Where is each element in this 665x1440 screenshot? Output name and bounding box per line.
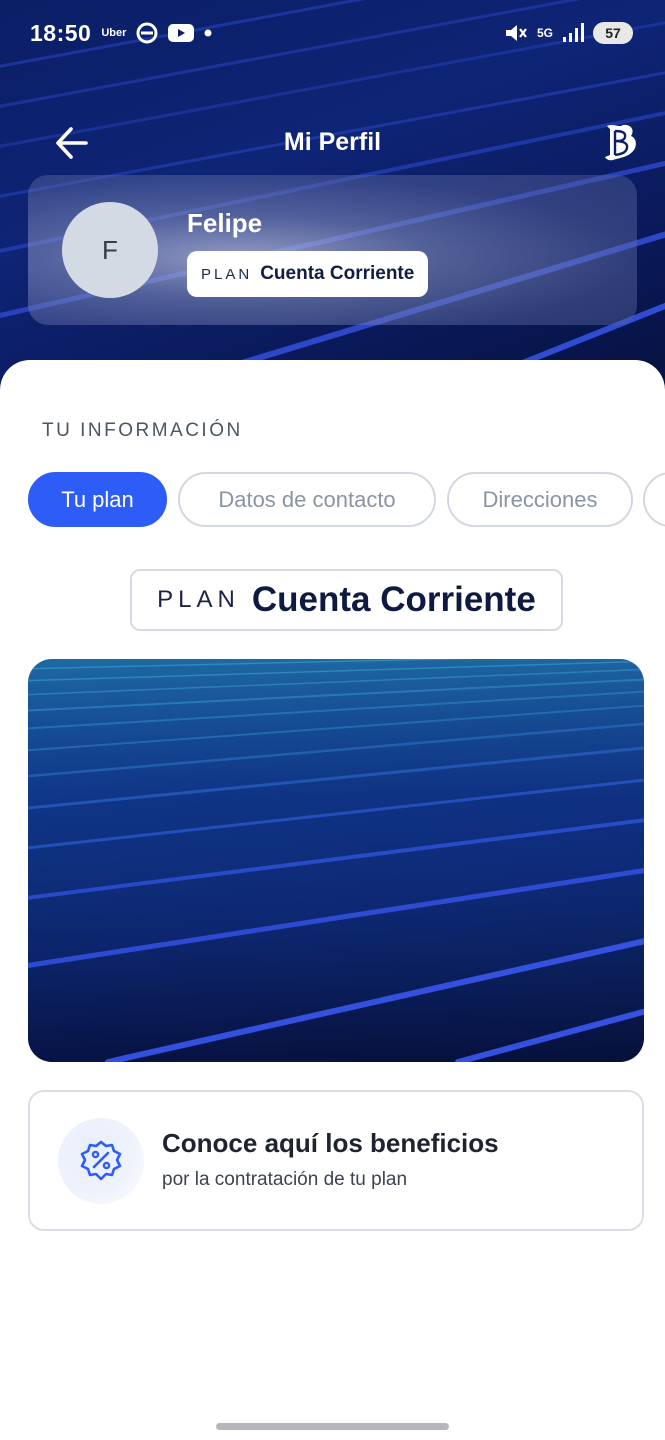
app-notification-icon bbox=[136, 22, 158, 44]
status-right: 5G 57 bbox=[504, 22, 633, 44]
page-title: Mi Perfil bbox=[283, 127, 382, 156]
info-tabs: Tu plan Datos de contacto Direcciones bbox=[28, 472, 665, 528]
tab-next-overflow[interactable] bbox=[643, 472, 665, 527]
profile-plan-keyword: PLAN bbox=[201, 265, 253, 283]
home-indicator[interactable] bbox=[216, 1423, 449, 1430]
status-time: 18:50 bbox=[30, 19, 92, 46]
newspaper-logo-icon bbox=[605, 124, 636, 161]
info-sheet: TU INFORMACIÓN Tu plan Datos de contacto… bbox=[0, 360, 665, 1440]
profile-name: Felipe bbox=[187, 208, 263, 238]
tab-tu-plan[interactable]: Tu plan bbox=[28, 472, 167, 527]
benefits-subtitle: por la contratación de tu plan bbox=[162, 1169, 408, 1190]
benefits-title: Conoce aquí los beneficios bbox=[162, 1128, 499, 1158]
profile-card: F Felipe PLAN Cuenta Corriente bbox=[28, 175, 637, 325]
section-title: TU INFORMACIÓN bbox=[42, 420, 243, 441]
status-bar: 18:50 Uber 5G 57 bbox=[0, 0, 665, 66]
top-nav: Mi Perfil bbox=[0, 112, 665, 172]
plan-badge: PLAN Cuenta Corriente bbox=[130, 569, 563, 631]
profile-plan-badge: PLAN Cuenta Corriente bbox=[187, 251, 429, 297]
plan-stripes-image bbox=[28, 659, 644, 1062]
plan-image bbox=[28, 659, 644, 1062]
youtube-icon bbox=[168, 24, 195, 42]
notification-dot-icon bbox=[204, 29, 212, 37]
plan-keyword: PLAN bbox=[157, 586, 240, 613]
uber-notification-icon: Uber bbox=[101, 27, 127, 39]
tab-datos-de-contacto[interactable]: Datos de contacto bbox=[178, 472, 436, 527]
tab-direcciones[interactable]: Direcciones bbox=[447, 472, 633, 527]
back-arrow-icon[interactable] bbox=[54, 126, 90, 160]
network-type-label: 5G bbox=[536, 26, 553, 40]
status-left: 18:50 Uber bbox=[30, 20, 212, 47]
plan-name: Cuenta Corriente bbox=[251, 580, 536, 619]
discount-badge-icon bbox=[58, 1118, 144, 1204]
avatar: F bbox=[62, 202, 158, 298]
mute-icon bbox=[505, 25, 527, 41]
benefits-card[interactable]: Conoce aquí los beneficios por la contra… bbox=[28, 1090, 644, 1231]
battery-indicator: 57 bbox=[593, 22, 633, 44]
signal-icon bbox=[563, 23, 584, 42]
profile-plan-name: Cuenta Corriente bbox=[260, 263, 415, 284]
profile-hero: 18:50 Uber 5G 57 Mi Perfil F Felipe PLAN… bbox=[0, 0, 665, 400]
